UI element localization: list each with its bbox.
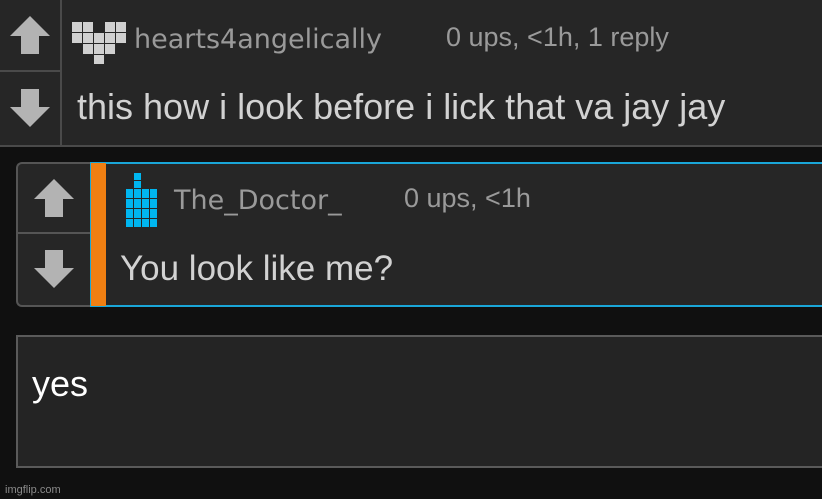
- comment: hearts4angelically 0 ups, <1h, 1 reply t…: [0, 0, 822, 147]
- reply-textarea[interactable]: yes: [16, 335, 822, 468]
- reply-text: You look like me?: [120, 249, 394, 288]
- reply-body: The_Doctor_ 0 ups, <1h You look like me?: [106, 162, 822, 307]
- reply-username[interactable]: The_Doctor_: [174, 185, 342, 216]
- reply-meta: 0 ups, <1h: [404, 183, 531, 213]
- arrow-up-icon: [34, 179, 74, 217]
- reply-accent-bar: [90, 162, 106, 307]
- comment-text: this how i look before i lick that va ja…: [77, 86, 726, 127]
- reply-upvote-button[interactable]: [18, 164, 90, 234]
- vote-column: [0, 0, 62, 145]
- arrow-up-icon: [10, 16, 50, 54]
- reply-comment: The_Doctor_ 0 ups, <1h You look like me?: [16, 162, 822, 307]
- upvote-button[interactable]: [0, 0, 60, 72]
- arrow-down-icon: [10, 89, 50, 127]
- reply-textarea-value: yes: [32, 363, 89, 404]
- downvote-button[interactable]: [0, 72, 60, 144]
- reply-downvote-button[interactable]: [18, 234, 90, 304]
- watermark: imgflip.com: [5, 484, 61, 496]
- heart-pixel-icon: [72, 22, 126, 64]
- reply-vote-column: [18, 164, 90, 305]
- arrow-down-icon: [34, 250, 74, 288]
- comment-meta: 0 ups, <1h, 1 reply: [446, 22, 669, 52]
- bottle-pixel-icon: [126, 173, 157, 227]
- comment-username[interactable]: hearts4angelically: [134, 24, 382, 55]
